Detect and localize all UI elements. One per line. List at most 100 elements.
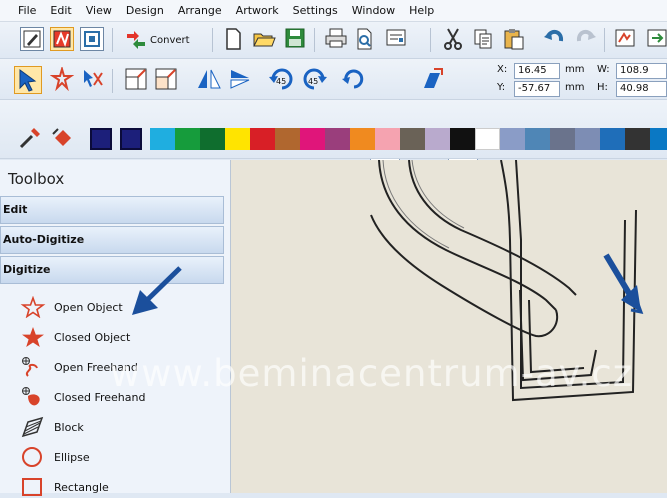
color-swatch[interactable] (625, 128, 650, 150)
redo-icon[interactable] (574, 27, 598, 51)
color-swatch[interactable] (550, 128, 575, 150)
x-field[interactable]: 16.45 (514, 63, 560, 79)
color-swatch[interactable] (300, 128, 325, 150)
svg-text:45: 45 (276, 77, 286, 86)
color-swatch[interactable] (450, 128, 475, 150)
toolbox-panel: Toolbox Edit Auto-Digitize Digitize Open… (0, 160, 231, 496)
color-swatch[interactable] (175, 128, 200, 150)
print-preview-icon[interactable] (354, 27, 378, 51)
tool-closed-freehand[interactable]: Closed Freehand (20, 386, 145, 408)
pointer-arrow-annotation (132, 266, 182, 315)
rotate-right-45-icon[interactable]: 45 (300, 67, 328, 91)
design-properties-icon[interactable] (384, 27, 408, 51)
height-field[interactable]: 40.98 (616, 81, 667, 97)
eyedropper-icon[interactable] (18, 126, 42, 150)
color-swatch[interactable] (650, 128, 667, 150)
color-swatch[interactable] (350, 128, 375, 150)
color-swatch[interactable] (150, 128, 175, 150)
rotate-angle-icon[interactable] (340, 67, 364, 91)
tool-label: Closed Object (54, 330, 131, 344)
fill-bucket-icon[interactable] (50, 126, 74, 150)
open-star-icon (20, 296, 46, 318)
paste-icon[interactable] (502, 27, 526, 51)
menu-view[interactable]: View (86, 4, 112, 17)
tool-label: Open Freehand (54, 360, 138, 374)
slant-icon[interactable] (420, 67, 444, 91)
mirror-vertical-icon[interactable] (228, 67, 252, 91)
color-swatch[interactable] (275, 128, 300, 150)
color-swatch[interactable] (375, 128, 400, 150)
scale-down-icon[interactable] (154, 67, 178, 91)
y-field[interactable]: -57.67 (514, 81, 560, 97)
menu-arrange[interactable]: Arrange (178, 4, 222, 17)
export-icon[interactable] (646, 27, 667, 51)
color-swatch[interactable] (120, 128, 142, 150)
menu-window[interactable]: Window (352, 4, 395, 17)
color-swatch[interactable] (225, 128, 250, 150)
new-file-icon[interactable] (222, 27, 246, 51)
save-icon[interactable] (284, 27, 308, 51)
color-swatch[interactable] (325, 128, 350, 150)
color-swatch[interactable] (475, 128, 500, 150)
tool-label: Open Object (54, 300, 123, 314)
rectangle-icon (22, 478, 42, 496)
tool-label: Closed Freehand (54, 390, 146, 404)
tool-block[interactable]: Block (20, 416, 84, 438)
reshape-tool-icon[interactable] (49, 65, 75, 92)
main-toolbar: Convert (0, 22, 667, 59)
section-edit[interactable]: Edit (0, 196, 224, 224)
block-icon (21, 416, 44, 438)
color-swatch[interactable] (575, 128, 600, 150)
menu-design[interactable]: Design (126, 4, 164, 17)
stitch-mode-icon[interactable] (50, 27, 74, 51)
freehand-shape-icon (22, 387, 40, 406)
color-swatch[interactable] (90, 128, 112, 150)
mirror-horizontal-icon[interactable] (196, 67, 221, 91)
color-swatch[interactable] (425, 128, 450, 150)
tool-open-freehand[interactable]: Open Freehand (20, 356, 138, 378)
color-swatch[interactable] (400, 128, 425, 150)
open-folder-icon[interactable] (252, 27, 276, 51)
color-swatch[interactable] (500, 128, 525, 150)
y-label: Y: (497, 82, 506, 93)
menu-help[interactable]: Help (409, 4, 434, 17)
color-swatch[interactable] (200, 128, 225, 150)
width-field[interactable]: 108.9 (616, 63, 667, 79)
convert-button[interactable]: Convert (124, 27, 190, 53)
freehand-curve-icon (22, 357, 38, 377)
cut-icon[interactable] (442, 27, 466, 51)
color-swatch[interactable] (600, 128, 625, 150)
palette-toolbar (0, 100, 667, 159)
select-arrow-icon[interactable] (14, 66, 42, 94)
color-swatch[interactable] (250, 128, 275, 150)
undo-icon[interactable] (542, 27, 566, 51)
menu-settings[interactable]: Settings (293, 4, 338, 17)
menu-file[interactable]: File (18, 4, 36, 17)
tool-label: Ellipse (54, 450, 90, 464)
menu-artwork[interactable]: Artwork (236, 4, 279, 17)
tool-closed-object[interactable]: Closed Object (20, 326, 130, 348)
section-auto-digitize[interactable]: Auto-Digitize (0, 226, 224, 254)
x-unit: mm (565, 64, 585, 75)
menu-edit[interactable]: Edit (50, 4, 71, 17)
svg-text:45: 45 (308, 77, 318, 86)
scale-up-icon[interactable] (124, 67, 148, 91)
tool-open-object[interactable]: Open Object (20, 296, 123, 318)
print-icon[interactable] (324, 27, 348, 51)
design-mode-icon[interactable] (20, 27, 44, 51)
design-canvas[interactable] (231, 159, 667, 493)
color-swatch[interactable] (525, 128, 550, 150)
tool-ellipse[interactable]: Ellipse (20, 446, 90, 468)
stitch-edit-icon[interactable] (80, 67, 104, 91)
section-digitize[interactable]: Digitize (0, 256, 224, 284)
convert-icon (127, 31, 145, 49)
tool-label: Rectangle (54, 480, 109, 494)
edit-toolbar: 45 45 0 0 X: 16.45 mm W: 108.9 Y: -57.67… (0, 59, 667, 162)
filled-star-icon (22, 327, 44, 347)
copy-icon[interactable] (472, 27, 496, 51)
rotate-left-45-icon[interactable]: 45 (268, 67, 296, 91)
stitch-player-icon[interactable] (614, 27, 638, 51)
tool-rectangle[interactable]: Rectangle (20, 476, 109, 498)
x-label: X: (497, 64, 508, 75)
artwork-mode-icon[interactable] (80, 27, 104, 51)
